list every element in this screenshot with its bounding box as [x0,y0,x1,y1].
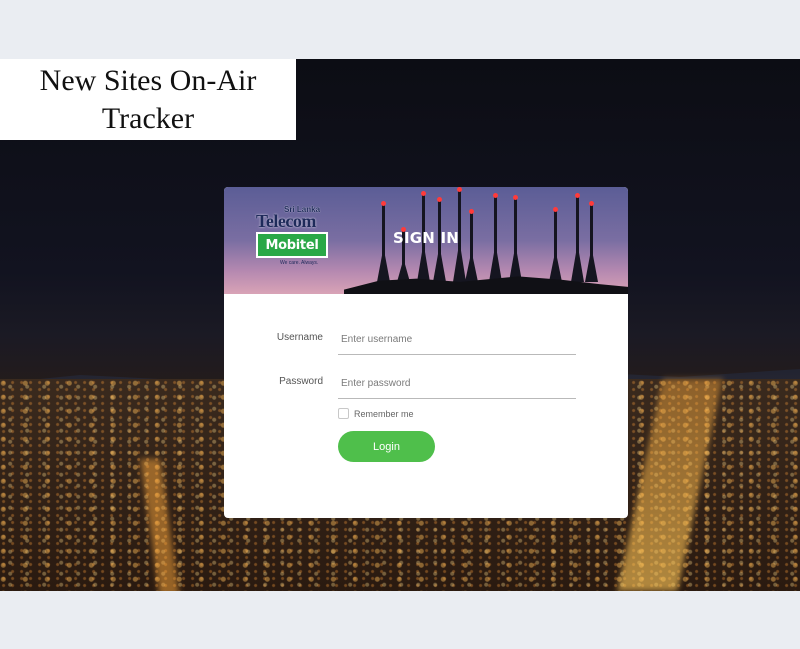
app-title-box: New Sites On-Air Tracker [0,59,296,140]
remember-me-checkbox[interactable] [338,408,349,419]
username-row: Username [224,325,628,355]
username-input[interactable] [338,325,576,354]
sign-in-heading: SIGN IN [393,229,460,247]
antenna-tower-icon [553,207,558,282]
password-row: Password [224,369,628,399]
app-title-line2: Tracker [101,101,195,135]
antenna-tower-icon [469,209,474,282]
password-underline [338,369,576,399]
login-header-banner: Sri Lanka Telecom Mobitel We care. Alway… [224,187,628,294]
login-form: Username Password Remember me Login [224,294,628,518]
username-underline [338,325,576,355]
login-button[interactable]: Login [338,431,435,462]
logo-tagline: We care. Always. [280,260,319,266]
antenna-tower-icon [575,193,580,282]
antenna-tower-icon [381,201,386,282]
mobitel-logo: Sri Lanka Telecom Mobitel We care. Alway… [256,205,328,266]
logo-company: Telecom [256,211,316,231]
antenna-tower-icon [589,201,594,282]
app-title: New Sites On-Air Tracker [40,62,257,138]
antenna-tower-icon [493,193,498,282]
password-input[interactable] [338,369,576,398]
username-label: Username [276,332,323,343]
app-title-line1: New Sites On-Air [39,63,257,97]
login-card: Sri Lanka Telecom Mobitel We care. Alway… [224,187,628,518]
password-label: Password [279,376,323,387]
antenna-tower-icon [513,195,518,282]
logo-brand-block: Mobitel [256,232,328,258]
remember-me-option[interactable]: Remember me [338,408,414,419]
logo-product: Mobitel [265,237,319,253]
remember-me-label: Remember me [354,408,414,419]
